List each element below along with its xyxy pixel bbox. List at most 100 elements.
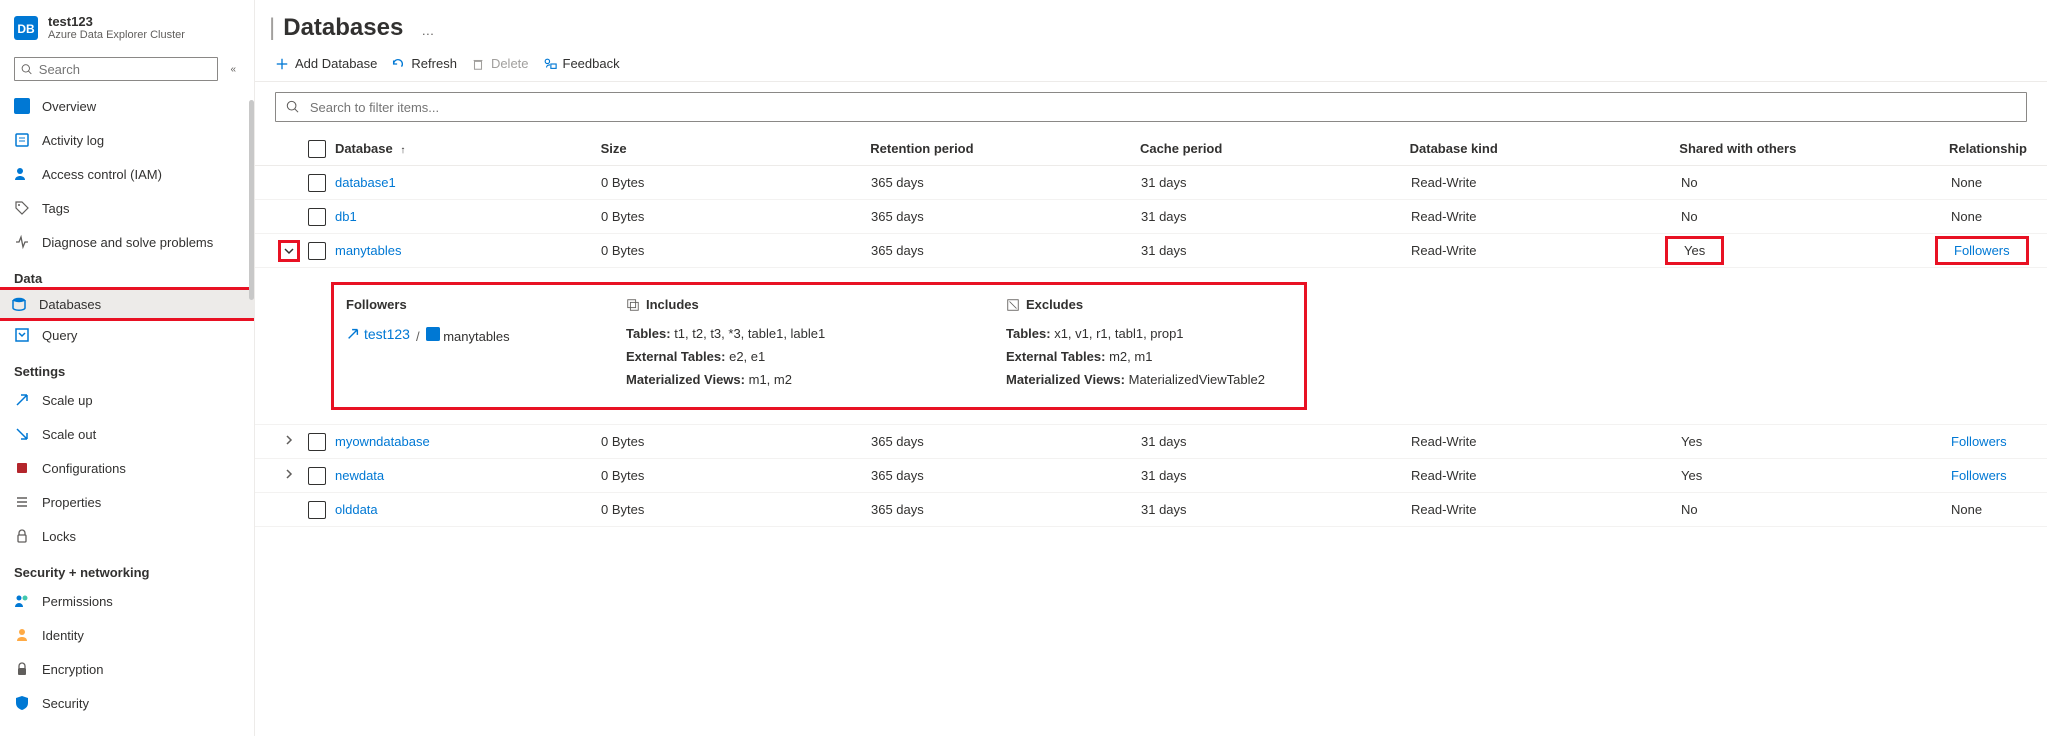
iam-icon xyxy=(14,166,30,182)
size-cell: 0 Bytes xyxy=(601,434,871,449)
sidebar-item-activity-log[interactable]: Activity log xyxy=(0,123,254,157)
database-link[interactable]: db1 xyxy=(335,209,357,224)
size-cell: 0 Bytes xyxy=(601,209,871,224)
section-settings: Settings xyxy=(0,352,254,383)
excludes-icon xyxy=(1006,298,1020,312)
retention-cell: 365 days xyxy=(871,468,1141,483)
row-checkbox[interactable] xyxy=(308,467,326,485)
sidebar-item-tags[interactable]: Tags xyxy=(0,191,254,225)
cluster-name[interactable]: test123 xyxy=(48,14,185,29)
sidebar-item-configurations[interactable]: Configurations xyxy=(0,451,254,485)
sidebar-item-permissions[interactable]: Permissions xyxy=(0,584,254,618)
page-more-button[interactable]: … xyxy=(411,23,434,38)
sidebar-item-locks[interactable]: Locks xyxy=(0,519,254,553)
relationship-link[interactable]: Followers xyxy=(1951,468,2007,483)
row-checkbox[interactable] xyxy=(308,242,326,260)
shared-cell: Yes xyxy=(1681,434,1702,449)
relationship-link[interactable]: Followers xyxy=(1951,434,2007,449)
search-icon xyxy=(21,63,33,76)
database-link[interactable]: manytables xyxy=(335,243,401,258)
relationship-cell: None xyxy=(1951,502,1982,517)
sidebar-item-security[interactable]: Security xyxy=(0,686,254,720)
col-header-cache[interactable]: Cache period xyxy=(1140,141,1410,156)
sidebar-item-label: Databases xyxy=(39,297,101,312)
section-security: Security + networking xyxy=(0,553,254,584)
sidebar-item-scale-up[interactable]: Scale up xyxy=(0,383,254,417)
databases-table: Database ↑ Size Retention period Cache p… xyxy=(255,132,2047,527)
sidebar-item-overview[interactable]: Overview xyxy=(0,89,254,123)
excludes-ext-label: External Tables: xyxy=(1006,349,1105,364)
feedback-button[interactable]: Feedback xyxy=(543,56,620,71)
shared-cell: Yes xyxy=(1681,468,1702,483)
feedback-icon xyxy=(543,57,557,71)
database-link[interactable]: myowndatabase xyxy=(335,434,430,449)
sidebar-item-label: Overview xyxy=(42,99,96,114)
cache-cell: 31 days xyxy=(1141,502,1411,517)
expand-toggle[interactable] xyxy=(283,468,295,483)
excludes-mv-value: MaterializedViewTable2 xyxy=(1129,372,1265,387)
cache-cell: 31 days xyxy=(1141,434,1411,449)
sidebar-item-label: Configurations xyxy=(42,461,126,476)
row-checkbox[interactable] xyxy=(308,208,326,226)
col-header-size[interactable]: Size xyxy=(601,141,871,156)
collapse-sidebar-button[interactable]: « xyxy=(226,60,240,79)
sidebar-item-label: Scale up xyxy=(42,393,93,408)
toolbar-label: Feedback xyxy=(563,56,620,71)
delete-button: Delete xyxy=(471,56,529,71)
refresh-button[interactable]: Refresh xyxy=(391,56,457,71)
sidebar-search[interactable] xyxy=(14,57,218,81)
cache-cell: 31 days xyxy=(1141,175,1411,190)
select-all-checkbox[interactable] xyxy=(308,140,326,158)
config-icon xyxy=(14,460,30,476)
sidebar-item-query[interactable]: Query xyxy=(0,318,254,352)
row-checkbox[interactable] xyxy=(308,174,326,192)
permissions-icon xyxy=(14,593,30,609)
cluster-icon: DB xyxy=(14,16,38,40)
sidebar-item-label: Encryption xyxy=(42,662,103,677)
plus-icon xyxy=(275,57,289,71)
expand-toggle[interactable] xyxy=(283,434,295,449)
table-header: Database ↑ Size Retention period Cache p… xyxy=(255,132,2047,166)
excludes-heading: Excludes xyxy=(1006,297,1286,312)
database-link[interactable]: olddata xyxy=(335,502,378,517)
follower-cluster-link[interactable]: test123 xyxy=(346,326,410,342)
filter-input[interactable] xyxy=(310,100,2016,115)
row-checkbox[interactable] xyxy=(308,433,326,451)
sidebar-item-databases[interactable]: Databases xyxy=(0,287,255,321)
add-database-button[interactable]: Add Database xyxy=(275,56,377,71)
sidebar-item-access-control[interactable]: Access control (IAM) xyxy=(0,157,254,191)
relationship-link[interactable]: Followers xyxy=(1954,243,2010,258)
sidebar-item-label: Query xyxy=(42,328,77,343)
shield-icon xyxy=(14,695,30,711)
retention-cell: 365 days xyxy=(871,502,1141,517)
size-cell: 0 Bytes xyxy=(601,175,871,190)
retention-cell: 365 days xyxy=(871,209,1141,224)
sidebar-item-label: Access control (IAM) xyxy=(42,167,162,182)
database-link[interactable]: database1 xyxy=(335,175,396,190)
sidebar-scrollbar[interactable] xyxy=(249,100,254,300)
relationship-cell: None xyxy=(1951,175,1982,190)
col-header-kind[interactable]: Database kind xyxy=(1410,141,1680,156)
sidebar-item-encryption[interactable]: Encryption xyxy=(0,652,254,686)
excludes-tables-label: Tables: xyxy=(1006,326,1051,341)
scale-up-icon xyxy=(14,392,30,408)
sidebar-item-identity[interactable]: Identity xyxy=(0,618,254,652)
col-header-shared[interactable]: Shared with others xyxy=(1679,141,1949,156)
table-row: myowndatabase0 Bytes365 days31 daysRead-… xyxy=(255,425,2047,459)
toolbar-label: Delete xyxy=(491,56,529,71)
sidebar-item-properties[interactable]: Properties xyxy=(0,485,254,519)
col-header-relationship[interactable]: Relationship xyxy=(1949,141,2027,156)
expand-toggle[interactable] xyxy=(278,240,300,262)
excludes-mv-label: Materialized Views: xyxy=(1006,372,1125,387)
col-header-database[interactable]: Database ↑ xyxy=(331,141,601,156)
sidebar-item-label: Properties xyxy=(42,495,101,510)
row-checkbox[interactable] xyxy=(308,501,326,519)
filter-box[interactable] xyxy=(275,92,2027,122)
sidebar-item-scale-out[interactable]: Scale out xyxy=(0,417,254,451)
col-header-retention[interactable]: Retention period xyxy=(870,141,1140,156)
database-link[interactable]: newdata xyxy=(335,468,384,483)
sidebar-item-diagnose[interactable]: Diagnose and solve problems xyxy=(0,225,254,259)
kind-cell: Read-Write xyxy=(1411,502,1681,517)
size-cell: 0 Bytes xyxy=(601,502,871,517)
sidebar-search-input[interactable] xyxy=(39,62,212,77)
